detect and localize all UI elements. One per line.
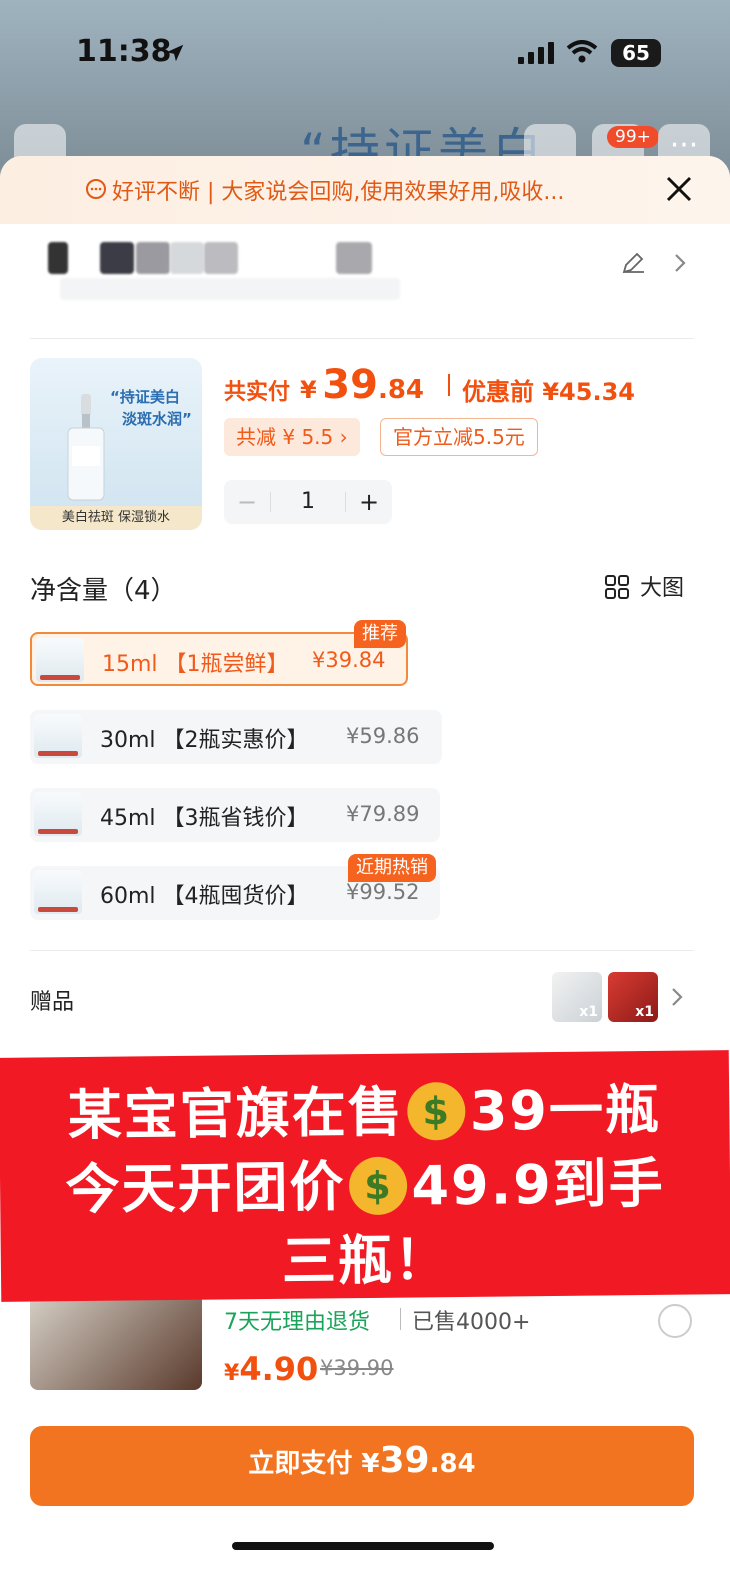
spec-option[interactable]: 30ml 【2瓶实惠价】 ¥59.86 — [30, 710, 442, 764]
sold-count-text: 已售4000+ — [412, 1310, 531, 1335]
thumb-text-2: 淡斑水润” — [122, 410, 192, 428]
total-pay-label: 共实付 — [224, 380, 291, 405]
option-price: ¥59.86 — [346, 724, 420, 748]
currency-symbol: ¥ — [300, 376, 317, 404]
cellular-signal-icon — [518, 42, 554, 64]
final-price: ¥ 39.84 — [300, 362, 424, 408]
increase-button[interactable]: + — [346, 480, 392, 524]
pay-price-integer: 39 — [379, 1440, 430, 1481]
clock: 11:38 — [76, 34, 172, 69]
option-label: 45ml 【3瓶省钱价】 — [100, 806, 309, 831]
chevron-right-icon[interactable] — [668, 986, 686, 1008]
addon-select-radio[interactable] — [658, 1304, 692, 1338]
pay-price-decimal: .84 — [429, 1449, 476, 1479]
option-label: 15ml 【1瓶尝鲜】 — [102, 652, 289, 677]
chevron-right-icon — [675, 254, 686, 272]
addon-price: ¥4.90 — [224, 1350, 318, 1388]
gift-thumbnail[interactable]: x1 — [552, 972, 602, 1022]
location-arrow-icon — [166, 44, 184, 62]
promo-line2-a: 今天开团价 — [65, 1155, 346, 1222]
close-icon[interactable] — [664, 174, 694, 204]
addon-separator — [400, 1308, 401, 1330]
hot-sale-badge: 近期热销 — [348, 854, 436, 882]
spec-option[interactable]: 15ml 【1瓶尝鲜】 ¥39.84 — [30, 632, 408, 686]
divider — [30, 338, 694, 339]
price-separator — [448, 374, 450, 396]
decrease-button[interactable]: − — [224, 480, 270, 524]
serum-bottle-illustration — [67, 394, 105, 501]
currency-symbol: ¥ — [224, 1361, 240, 1386]
option-label: 60ml 【4瓶囤货价】 — [100, 884, 309, 909]
official-discount-chip: 官方立减5.5元 — [380, 418, 538, 456]
address-row[interactable] — [30, 234, 700, 334]
option-thumbnail — [34, 792, 82, 836]
option-price: ¥79.89 — [346, 802, 420, 826]
cart-count-badge: 99+ — [607, 126, 659, 148]
total-discount-chip[interactable]: 共减 ¥ 5.5 › — [224, 418, 360, 456]
purchase-sheet: 好评不断 | 大家说会回购,使用效果好用,吸收... “持证美白 淡斑水润” 美… — [0, 156, 730, 1583]
address-redacted — [170, 242, 204, 274]
thumb-text-1: “持证美白 — [110, 388, 180, 406]
review-summary-text: 好评不断 | 大家说会回购,使用效果好用,吸收... — [112, 180, 565, 205]
promo-line-2: 今天开团价 49.9到手 — [0, 1138, 730, 1225]
address-redacted — [136, 242, 170, 274]
grid-view-icon[interactable] — [604, 574, 630, 600]
quantity-stepper: − 1 + — [224, 480, 392, 524]
promo-line-1: 某宝官旗在售 39一瓶 — [0, 1064, 730, 1151]
pay-label: 立即支付 ¥ — [248, 1449, 380, 1479]
big-image-toggle[interactable]: 大图 — [640, 570, 684, 602]
free-return-text: 7天无理由退货 — [224, 1310, 370, 1335]
gift-quantity: x1 — [579, 1004, 598, 1020]
option-thumbnail — [36, 638, 84, 682]
money-bag-icon — [407, 1082, 467, 1141]
addon-original-price: ¥39.90 — [320, 1356, 394, 1380]
promo-line2-b: 49.9到手 — [411, 1151, 666, 1218]
address-redacted — [60, 278, 400, 300]
product-thumbnail[interactable]: “持证美白 淡斑水润” 美白祛斑 保湿锁水 — [30, 358, 202, 530]
address-redacted — [48, 242, 68, 274]
wifi-icon — [566, 40, 598, 63]
addon-price-value: 4.90 — [239, 1350, 319, 1388]
option-label: 30ml 【2瓶实惠价】 — [100, 728, 309, 753]
price-before-discount: 优惠前 ¥45.34 — [462, 378, 635, 406]
promo-line1-b: 39一瓶 — [469, 1077, 662, 1143]
option-price: ¥99.52 — [346, 880, 420, 904]
option-price: ¥39.84 — [312, 648, 386, 672]
gift-label: 赠品 — [30, 990, 75, 1015]
addon-product-thumbnail[interactable] — [30, 1290, 202, 1390]
option-thumbnail — [34, 714, 82, 758]
recommend-badge: 推荐 — [354, 620, 406, 648]
battery-indicator: 65 — [611, 39, 661, 67]
price-integer: 39 — [322, 362, 378, 408]
thumb-caption: 美白祛斑 保湿锁水 — [30, 506, 202, 530]
address-redacted — [204, 242, 238, 274]
divider — [30, 950, 694, 951]
spec-option[interactable]: 45ml 【3瓶省钱价】 ¥79.89 — [30, 788, 440, 842]
gift-quantity: x1 — [635, 1004, 654, 1020]
promo-line-3: 三瓶！ — [281, 1228, 451, 1293]
price-decimal: .84 — [377, 375, 425, 405]
promo-line1-a: 某宝官旗在售 — [67, 1080, 405, 1148]
gift-thumbnail[interactable]: x1 — [608, 972, 658, 1022]
money-bag-icon — [349, 1156, 408, 1216]
home-indicator — [232, 1542, 494, 1550]
spec-section-title: 净含量（4） — [30, 576, 177, 606]
promo-overlay-banner: 某宝官旗在售 39一瓶 今天开团价 49.9到手 三瓶！ — [0, 1050, 730, 1302]
quantity-value[interactable]: 1 — [272, 480, 344, 524]
option-thumbnail — [34, 870, 82, 914]
review-bar: 好评不断 | 大家说会回购,使用效果好用,吸收... — [0, 156, 730, 224]
stepper-divider — [270, 492, 271, 512]
status-bar: 11:38 65 — [0, 30, 730, 80]
edit-pencil-icon[interactable] — [620, 250, 646, 276]
pay-now-button[interactable]: 立即支付 ¥39.84 — [30, 1426, 694, 1506]
chat-bubble-icon — [86, 179, 106, 199]
address-redacted — [336, 242, 372, 274]
address-redacted — [100, 242, 134, 274]
